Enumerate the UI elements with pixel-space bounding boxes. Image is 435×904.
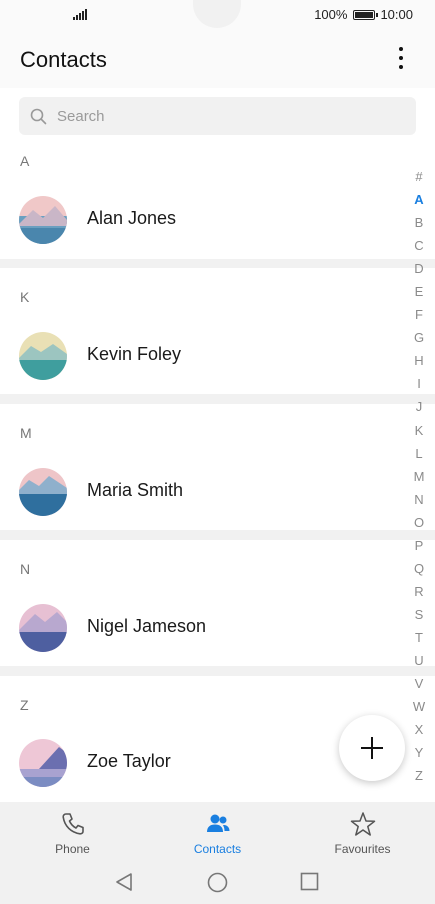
back-icon[interactable] — [114, 872, 134, 892]
index-letter[interactable]: U — [409, 649, 429, 672]
index-letter[interactable]: L — [409, 442, 429, 465]
tab-phone[interactable]: Phone — [0, 802, 145, 860]
index-letter[interactable]: C — [409, 234, 429, 257]
avatar — [19, 739, 67, 787]
avatar — [19, 468, 67, 516]
index-letter[interactable]: O — [409, 511, 429, 534]
battery-icon — [353, 9, 379, 20]
battery-percentage: 100% — [314, 7, 348, 22]
index-letter[interactable]: P — [409, 534, 429, 557]
plus-icon — [361, 737, 383, 759]
index-letter[interactable]: V — [409, 672, 429, 695]
index-letter[interactable]: A — [409, 188, 429, 211]
index-letter[interactable]: N — [409, 488, 429, 511]
tab-label: Contacts — [193, 842, 242, 856]
contact-name: Kevin Foley — [87, 344, 182, 364]
home-icon[interactable] — [207, 872, 228, 893]
index-letter[interactable]: S — [409, 603, 429, 626]
phone-icon — [62, 813, 84, 835]
avatar — [19, 332, 67, 380]
contact-row[interactable]: Kevin Foley — [0, 324, 400, 388]
search-bar[interactable] — [19, 97, 416, 135]
contact-row[interactable]: Nigel Jameson — [0, 596, 400, 660]
index-letter[interactable]: F — [409, 303, 429, 326]
index-letter[interactable]: # — [409, 165, 429, 188]
index-letter[interactable]: Q — [409, 557, 429, 580]
index-letter[interactable]: E — [409, 280, 429, 303]
index-letter[interactable]: M — [409, 465, 429, 488]
index-letter[interactable]: B — [409, 211, 429, 234]
avatar — [19, 196, 67, 244]
index-letter[interactable]: G — [409, 326, 429, 349]
search-input[interactable] — [57, 97, 397, 135]
index-letter[interactable]: T — [409, 626, 429, 649]
contact-row[interactable]: Maria Smith — [0, 460, 400, 524]
system-nav-bar — [0, 860, 435, 904]
signal-icon — [73, 9, 87, 20]
section-letter: N — [20, 561, 31, 577]
index-letter[interactable]: H — [409, 349, 429, 372]
tab-favourites[interactable]: Favourites — [290, 802, 435, 860]
add-contact-button[interactable] — [339, 715, 405, 781]
clock: 10:00 — [380, 7, 413, 22]
index-letter[interactable]: D — [409, 257, 429, 280]
alphabet-index[interactable]: # A B C D E F G H I J K L M N O P Q R S T U V W X Y Z — [409, 165, 429, 787]
section-m: M Maria Smith — [0, 404, 435, 530]
index-letter[interactable]: K — [409, 419, 429, 442]
contact-name: Maria Smith — [87, 480, 184, 500]
index-letter[interactable]: J — [409, 395, 429, 418]
section-letter: K — [20, 289, 30, 305]
star-icon — [350, 812, 376, 836]
contact-name: Zoe Taylor — [87, 751, 171, 771]
index-letter[interactable]: I — [409, 372, 429, 395]
tab-contacts[interactable]: Contacts — [145, 802, 290, 860]
index-letter[interactable]: Z — [409, 764, 429, 787]
contact-row[interactable]: Alan Jones — [0, 188, 400, 252]
section-letter: M — [20, 425, 32, 441]
section-a: A Alan Jones — [0, 135, 435, 259]
search-icon — [30, 108, 47, 125]
contact-name: Alan Jones — [87, 208, 177, 228]
avatar — [19, 604, 67, 652]
section-letter: A — [20, 153, 30, 169]
section-letter: Z — [20, 697, 29, 713]
contacts-icon — [207, 814, 230, 832]
index-letter[interactable]: W — [409, 695, 429, 718]
index-letter[interactable]: X — [409, 718, 429, 741]
page-title: Contacts — [20, 47, 107, 72]
section-k: K Kevin Foley — [0, 268, 435, 394]
index-letter[interactable]: R — [409, 580, 429, 603]
contact-name: Nigel Jameson — [87, 616, 207, 636]
tab-label: Favourites — [334, 842, 391, 856]
app-header: Contacts — [0, 30, 435, 88]
bottom-nav: Phone Contacts Favourites — [0, 802, 435, 860]
recents-icon[interactable] — [300, 872, 319, 891]
section-n: N Nigel Jameson — [0, 540, 435, 666]
more-options-icon[interactable] — [392, 45, 410, 71]
index-letter[interactable]: Y — [409, 741, 429, 764]
tab-label: Phone — [55, 842, 90, 856]
